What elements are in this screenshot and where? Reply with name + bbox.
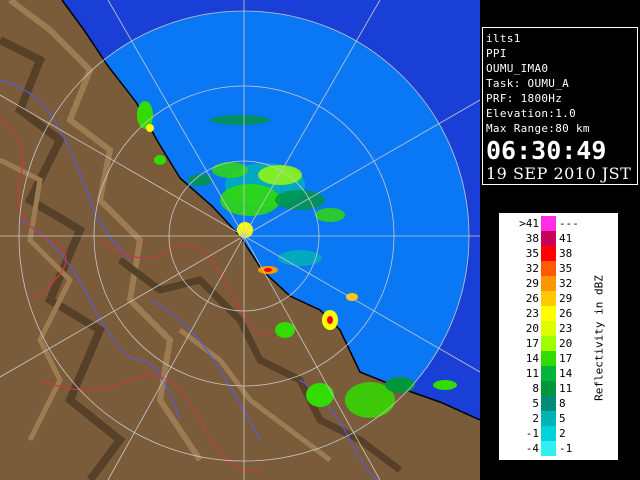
info-product: OUMU_IMA0 — [486, 62, 549, 75]
info-max-range: Max Range:80 km — [486, 122, 590, 135]
legend-lower-bound: 32 — [525, 262, 539, 275]
radar-ppi-display — [0, 0, 480, 480]
legend-lower-bound: 23 — [525, 307, 539, 320]
legend-upper-bound: -1 — [559, 442, 573, 455]
legend-color-swatch — [541, 276, 556, 291]
legend-color-swatch — [541, 231, 556, 246]
legend-color-swatch — [541, 411, 556, 426]
legend-lower-bound: 29 — [525, 277, 539, 290]
legend-upper-bound: 38 — [559, 247, 573, 260]
legend-lower-bound: -1 — [525, 427, 539, 440]
observation-date: 19 SEP 2010 JST — [486, 164, 632, 183]
legend-upper-bound: 29 — [559, 292, 573, 305]
legend-lower-bound: 17 — [525, 337, 539, 350]
legend-title: Reflectivity in dBZ — [592, 275, 606, 401]
legend-color-swatch — [541, 216, 556, 231]
legend-lower-bound: 26 — [525, 292, 539, 305]
legend-color-swatch — [541, 291, 556, 306]
legend-upper-bound: 8 — [559, 397, 566, 410]
legend-lower-bound: 11 — [525, 367, 539, 380]
legend-upper-bound: 20 — [559, 337, 573, 350]
legend-lower-bound: >41 — [519, 217, 539, 230]
observation-time: 06:30:49 — [486, 136, 607, 165]
legend-upper-bound: 35 — [559, 262, 573, 275]
legend-color-swatch — [541, 261, 556, 276]
legend-upper-bound: 11 — [559, 382, 573, 395]
legend-lower-bound: 8 — [532, 382, 539, 395]
legend-color-swatch — [541, 396, 556, 411]
legend-upper-bound: 2 — [559, 427, 566, 440]
legend-color-swatch — [541, 441, 556, 456]
legend-lower-bound: 5 — [532, 397, 539, 410]
legend-upper-bound: 32 — [559, 277, 573, 290]
legend-color-swatch — [541, 366, 556, 381]
legend-color-swatch — [541, 336, 556, 351]
legend-lower-bound: 2 — [532, 412, 539, 425]
legend-color-swatch — [541, 351, 556, 366]
info-elevation: Elevation:1.0 — [486, 107, 576, 120]
legend-color-swatch — [541, 321, 556, 336]
legend-upper-bound: 17 — [559, 352, 573, 365]
legend-upper-bound: 14 — [559, 367, 573, 380]
info-prf: PRF: 1800Hz — [486, 92, 563, 105]
legend-lower-bound: -4 — [525, 442, 539, 455]
legend-lower-bound: 35 — [525, 247, 539, 260]
reflectivity-legend: >41 --- 38 41 35 38 32 35 29 32 26 29 23 26 20 23 17 20 14… — [497, 211, 620, 462]
radar-info-panel: ilts1 PPI OUMU_IMA0 Task: OUMU_A PRF: 18… — [482, 27, 638, 185]
legend-upper-bound: 5 — [559, 412, 566, 425]
info-site: ilts1 — [486, 32, 521, 45]
legend-color-swatch — [541, 426, 556, 441]
info-task: Task: OUMU_A — [486, 77, 570, 90]
legend-upper-bound: 41 — [559, 232, 573, 245]
legend-upper-bound: --- — [559, 217, 579, 230]
legend-lower-bound: 14 — [525, 352, 539, 365]
legend-upper-bound: 26 — [559, 307, 573, 320]
legend-lower-bound: 38 — [525, 232, 539, 245]
legend-upper-bound: 23 — [559, 322, 573, 335]
legend-color-swatch — [541, 381, 556, 396]
legend-color-swatch — [541, 306, 556, 321]
info-scan-mode: PPI — [486, 47, 507, 60]
legend-color-swatch — [541, 246, 556, 261]
legend-lower-bound: 20 — [525, 322, 539, 335]
